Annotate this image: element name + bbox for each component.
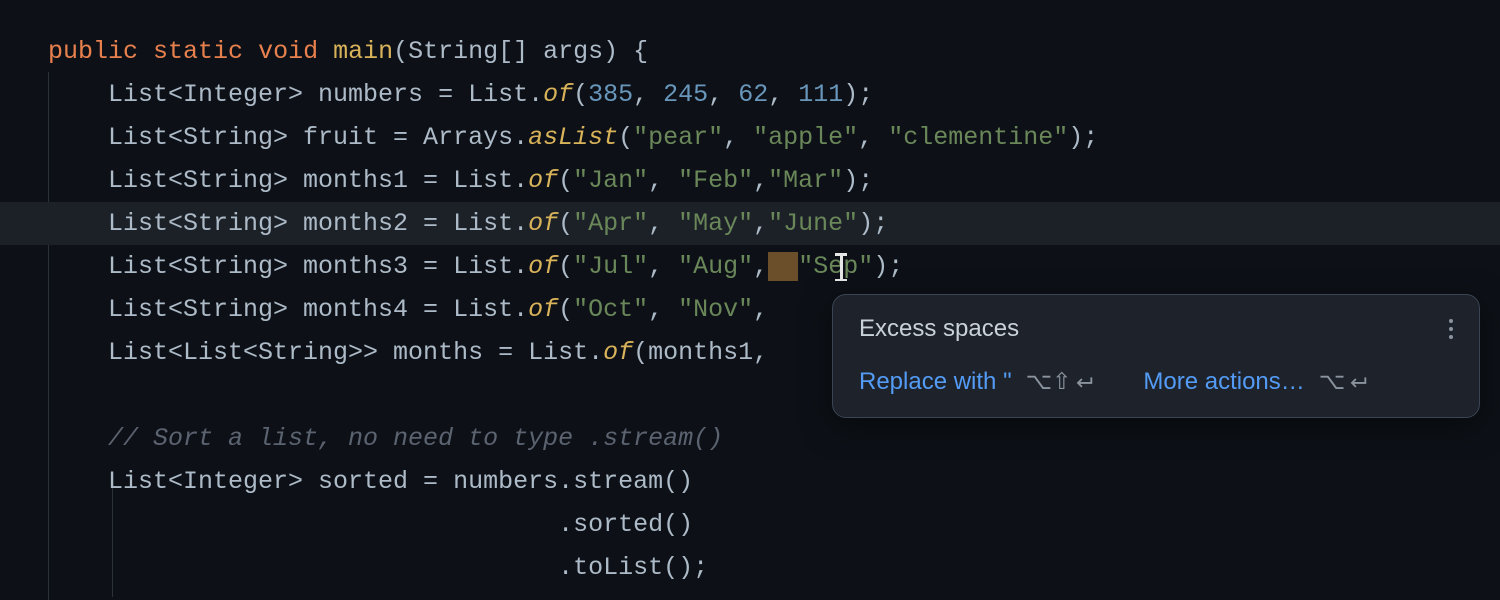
signature: (String[] args) { — [393, 37, 648, 66]
selected-excess-spaces[interactable] — [768, 252, 798, 281]
code-line[interactable]: List<String> months3 = List.of("Jul", "A… — [0, 245, 1500, 288]
action-label: Replace with " — [859, 366, 1012, 397]
code-line[interactable]: List<Integer> numbers = List.of(385, 245… — [0, 73, 1500, 116]
keyboard-shortcut: ⌥⇧ — [1026, 367, 1096, 397]
code-line[interactable]: List<Integer> sorted = numbers.stream() — [0, 460, 1500, 503]
comment: // Sort a list, no need to type .stream(… — [48, 424, 723, 453]
enter-icon — [1347, 371, 1369, 393]
code-line-highlighted[interactable]: List<String> months2 = List.of("Apr", "M… — [0, 202, 1500, 245]
more-actions-action[interactable]: More actions… ⌥ — [1143, 366, 1369, 397]
method-name: main — [333, 37, 393, 66]
keyword: static — [153, 37, 243, 66]
code-line[interactable]: .toList(); — [0, 546, 1500, 589]
enter-icon — [1073, 371, 1095, 393]
replace-quickfix-action[interactable]: Replace with " ⌥⇧ — [859, 366, 1095, 397]
keyboard-shortcut: ⌥ — [1319, 367, 1370, 397]
code-line[interactable]: List<String> fruit = Arrays.asList("pear… — [0, 116, 1500, 159]
code-line[interactable]: // Sort a list, no need to type .stream(… — [0, 417, 1500, 460]
inspection-title: Excess spaces — [859, 313, 1019, 344]
action-label: More actions… — [1143, 366, 1304, 397]
code-line[interactable]: public static void main(String[] args) { — [0, 30, 1500, 73]
code-line[interactable]: .sorted() — [0, 503, 1500, 546]
kebab-icon[interactable] — [1445, 315, 1457, 343]
code-line[interactable]: List<String> months1 = List.of("Jan", "F… — [0, 159, 1500, 202]
keyword: public — [48, 37, 138, 66]
keyword: void — [258, 37, 318, 66]
inspection-popup[interactable]: Excess spaces Replace with " ⌥⇧ More act… — [832, 294, 1480, 418]
